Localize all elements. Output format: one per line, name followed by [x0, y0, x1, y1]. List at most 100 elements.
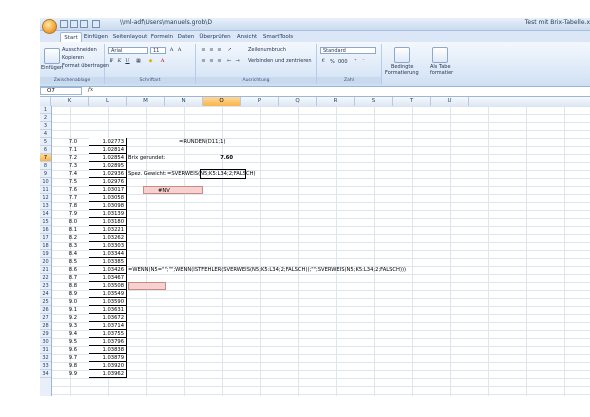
number-format-select[interactable]: Standard — [320, 47, 376, 54]
row-header[interactable]: 17 — [40, 234, 51, 242]
grow-font-icon[interactable]: A — [168, 47, 175, 54]
thousands-button[interactable]: 000 — [338, 59, 348, 65]
row-header[interactable]: 20 — [40, 258, 51, 266]
tab-smarttools[interactable]: SmartTools — [262, 32, 294, 42]
format-as-table-icon[interactable] — [432, 47, 448, 63]
row-header[interactable]: 28 — [40, 322, 51, 330]
paste-icon[interactable] — [44, 48, 60, 64]
brix-value-cell[interactable]: 7.8 — [51, 202, 77, 210]
orientation-icon[interactable]: ↗ — [226, 47, 233, 54]
brix-value-cell[interactable]: 8.4 — [51, 250, 77, 258]
italic-icon[interactable]: K — [116, 58, 123, 65]
align-middle-icon[interactable]: ≡ — [208, 47, 215, 54]
specific-gravity-cell[interactable]: 1.03714 — [89, 322, 127, 330]
cell-M6[interactable]: Brix gerundet: — [128, 154, 165, 162]
decrease-decimal-icon[interactable]: ⁻ — [360, 58, 367, 65]
row-header[interactable]: 14 — [40, 210, 51, 218]
row-header[interactable]: 31 — [40, 346, 51, 354]
brix-value-cell[interactable]: 7.2 — [51, 154, 77, 162]
row-header[interactable]: 34 — [40, 370, 51, 378]
tab-page-layout[interactable]: Seitenlayout — [112, 32, 148, 42]
row-header[interactable]: 15 — [40, 218, 51, 226]
cell-M21[interactable] — [128, 282, 166, 290]
row-header[interactable]: 13 — [40, 202, 51, 210]
brix-value-cell[interactable]: 9.4 — [51, 330, 77, 338]
row-header[interactable]: 3 — [40, 122, 51, 130]
redo-icon[interactable] — [80, 20, 88, 28]
column-header[interactable]: U — [431, 97, 469, 106]
cell-N3[interactable]: =RUNDEN(D11;1) — [179, 138, 225, 146]
save-icon[interactable] — [60, 20, 68, 28]
office-button-icon[interactable] — [42, 19, 57, 34]
percent-button[interactable]: % — [330, 59, 335, 65]
row-header[interactable]: 29 — [40, 330, 51, 338]
row-header[interactable]: 10 — [40, 178, 51, 186]
brix-value-cell[interactable]: 8.6 — [51, 266, 77, 274]
fx-icon[interactable]: fx — [88, 87, 93, 93]
row-header[interactable]: 11 — [40, 186, 51, 194]
brix-value-cell[interactable]: 7.1 — [51, 146, 77, 154]
row-header[interactable]: 27 — [40, 314, 51, 322]
brix-value-cell[interactable]: 9.3 — [51, 322, 77, 330]
align-right-icon[interactable]: ≡ — [216, 58, 223, 65]
column-header[interactable]: M — [127, 97, 165, 106]
column-header-selected[interactable]: O — [203, 97, 241, 106]
select-all-corner[interactable] — [40, 97, 51, 106]
row-header[interactable]: 1 — [40, 106, 51, 114]
cell-O6[interactable]: 7.60 — [203, 154, 233, 162]
brix-value-cell[interactable]: 8.2 — [51, 234, 77, 242]
worksheet-grid[interactable]: 1 2 3 4 5 6 7 8 9 10 11 12 13 14 15 16 17 18 19 20 21 22 23 24 2… — [40, 106, 590, 396]
brix-value-cell[interactable]: 9.5 — [51, 338, 77, 346]
specific-gravity-cell[interactable]: 1.02895 — [89, 162, 127, 170]
cell-M8[interactable]: Spez. Gewicht: — [128, 170, 167, 178]
brix-value-cell[interactable]: 7.4 — [51, 170, 77, 178]
brix-value-cell[interactable]: 7.7 — [51, 194, 77, 202]
column-header[interactable]: P — [241, 97, 279, 106]
specific-gravity-cell[interactable]: 1.03549 — [89, 290, 127, 298]
tab-view[interactable]: Ansicht — [234, 32, 260, 42]
decrease-indent-icon[interactable]: ⇤ — [226, 58, 233, 65]
tab-insert[interactable]: Einfügen — [82, 32, 110, 42]
row-header[interactable]: 25 — [40, 298, 51, 306]
specific-gravity-cell[interactable]: 1.03879 — [89, 354, 127, 362]
brix-value-cell[interactable]: 7.3 — [51, 162, 77, 170]
brix-value-cell[interactable]: 9.8 — [51, 362, 77, 370]
copy-button[interactable]: Kopieren — [62, 55, 84, 61]
specific-gravity-cell[interactable]: 1.03303 — [89, 242, 127, 250]
brix-value-cell[interactable]: 8.8 — [51, 282, 77, 290]
row-header[interactable]: 23 — [40, 282, 51, 290]
row-header[interactable]: 4 — [40, 130, 51, 138]
currency-icon[interactable]: € — [320, 58, 327, 65]
row-header[interactable]: 12 — [40, 194, 51, 202]
shrink-font-icon[interactable]: A — [176, 47, 183, 54]
specific-gravity-cell[interactable]: 1.02976 — [89, 178, 127, 186]
bold-icon[interactable]: F — [108, 58, 115, 65]
specific-gravity-cell[interactable]: 1.03590 — [89, 298, 127, 306]
align-bottom-icon[interactable]: ≡ — [216, 47, 223, 54]
row-header[interactable]: 33 — [40, 362, 51, 370]
brix-value-cell[interactable]: 8.3 — [51, 242, 77, 250]
specific-gravity-cell[interactable]: 1.02814 — [89, 146, 127, 154]
brix-value-cell[interactable]: 7.9 — [51, 210, 77, 218]
specific-gravity-cell[interactable]: 1.03631 — [89, 306, 127, 314]
underline-icon[interactable]: U — [124, 58, 131, 65]
column-header[interactable]: R — [317, 97, 355, 106]
align-top-icon[interactable]: ≡ — [200, 47, 207, 54]
font-color-icon[interactable]: A — [159, 58, 166, 65]
brix-value-cell[interactable]: 8.1 — [51, 226, 77, 234]
specific-gravity-cell[interactable]: 1.03385 — [89, 258, 127, 266]
specific-gravity-cell[interactable]: 1.02773 — [89, 138, 127, 146]
specific-gravity-cell[interactable]: 1.03920 — [89, 362, 127, 370]
specific-gravity-cell[interactable]: 1.03838 — [89, 346, 127, 354]
borders-icon[interactable]: ▦ — [135, 58, 142, 65]
align-center-icon[interactable]: ≡ — [208, 58, 215, 65]
row-header[interactable]: 26 — [40, 306, 51, 314]
row-header[interactable]: 19 — [40, 250, 51, 258]
row-header[interactable]: 9 — [40, 170, 51, 178]
specific-gravity-cell[interactable]: 1.02854 — [89, 154, 127, 162]
cut-button[interactable]: Ausschneiden — [62, 47, 97, 53]
wrap-text-button[interactable]: Zeilenumbruch — [248, 47, 286, 53]
cell-N10[interactable]: #NV — [143, 186, 203, 194]
column-header[interactable]: L — [89, 97, 127, 106]
brix-value-cell[interactable]: 9.1 — [51, 306, 77, 314]
